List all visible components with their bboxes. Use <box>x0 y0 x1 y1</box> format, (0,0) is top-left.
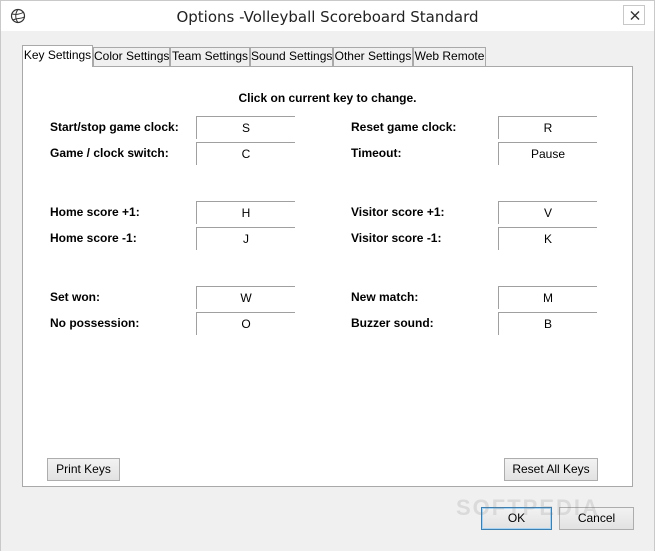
key-set-won[interactable]: W <box>196 286 295 309</box>
label-buzzer-sound: Buzzer sound: <box>351 316 434 330</box>
label-set-won: Set won: <box>50 290 100 304</box>
window-title: Options -Volleyball Scoreboard Standard <box>176 8 479 26</box>
tab-sound-settings[interactable]: Sound Settings <box>250 47 333 66</box>
label-new-match: New match: <box>351 290 419 304</box>
key-reset-game-clock[interactable]: R <box>498 116 597 139</box>
key-start-stop-game-clock[interactable]: S <box>196 116 295 139</box>
label-start-stop-game-clock: Start/stop game clock: <box>50 120 179 134</box>
tab-other-settings[interactable]: Other Settings <box>333 47 413 66</box>
key-buzzer-sound[interactable]: B <box>498 312 597 335</box>
title-bar: Options -Volleyball Scoreboard Standard <box>1 1 654 31</box>
reset-all-keys-button[interactable]: Reset All Keys <box>504 458 598 481</box>
label-no-possession: No possession: <box>50 316 140 330</box>
key-home-score-minus[interactable]: J <box>196 227 295 250</box>
print-keys-button[interactable]: Print Keys <box>47 458 120 481</box>
dialog-client: Key Settings Color Settings Team Setting… <box>1 31 654 551</box>
key-home-score-plus[interactable]: H <box>196 201 295 224</box>
cancel-button[interactable]: Cancel <box>559 507 634 530</box>
key-game-clock-switch[interactable]: C <box>196 142 295 165</box>
options-window: Options -Volleyball Scoreboard Standard … <box>0 0 655 551</box>
label-timeout: Timeout: <box>351 146 402 160</box>
tab-color-settings[interactable]: Color Settings <box>93 47 170 66</box>
key-timeout[interactable]: Pause <box>498 142 597 165</box>
label-visitor-score-minus: Visitor score -1: <box>351 231 442 245</box>
tab-key-settings[interactable]: Key Settings <box>22 45 93 67</box>
tab-team-settings[interactable]: Team Settings <box>170 47 250 66</box>
label-game-clock-switch: Game / clock switch: <box>50 146 169 160</box>
key-no-possession[interactable]: O <box>196 312 295 335</box>
label-home-score-minus: Home score -1: <box>50 231 137 245</box>
key-visitor-score-plus[interactable]: V <box>498 201 597 224</box>
key-new-match[interactable]: M <box>498 286 597 309</box>
close-icon <box>630 11 640 20</box>
ok-button[interactable]: OK <box>481 507 552 530</box>
key-settings-panel: Click on current key to change. Start/st… <box>22 66 633 487</box>
instruction-text: Click on current key to change. <box>238 91 417 105</box>
tab-web-remote[interactable]: Web Remote <box>413 47 486 66</box>
label-home-score-plus: Home score +1: <box>50 205 140 219</box>
close-button[interactable] <box>623 5 645 25</box>
label-reset-game-clock: Reset game clock: <box>351 120 457 134</box>
key-visitor-score-minus[interactable]: K <box>498 227 597 250</box>
label-visitor-score-plus: Visitor score +1: <box>351 205 445 219</box>
